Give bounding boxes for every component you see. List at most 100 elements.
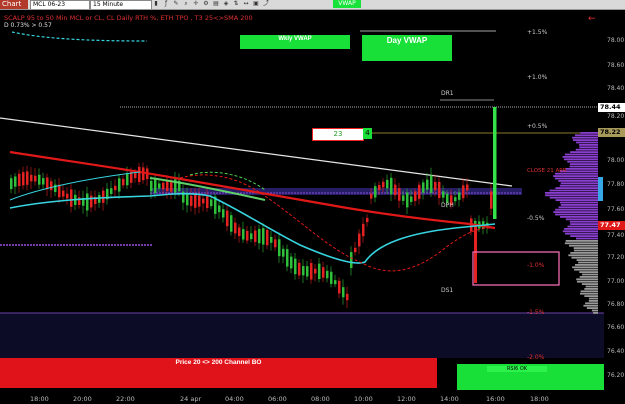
candle-body: [490, 191, 493, 209]
candle-body: [274, 239, 277, 248]
profile-bar: [565, 240, 598, 242]
breakout-candle: [493, 107, 497, 219]
candle-body: [342, 287, 345, 298]
value-badge[interactable]: 4: [363, 128, 372, 139]
candle-body: [18, 173, 21, 187]
profile-bar: [576, 259, 598, 261]
price-axis-label: 78.40: [607, 85, 625, 92]
candle-body: [410, 196, 413, 202]
profile-bar: [563, 158, 598, 161]
candle-body: [382, 181, 385, 188]
profile-bar: [570, 151, 598, 153]
candle-body: [162, 182, 165, 190]
candle-body: [430, 175, 433, 193]
profile-bar: [555, 199, 598, 201]
profile-bar: [568, 254, 598, 257]
candle-body: [218, 205, 221, 213]
profile-bar: [567, 225, 598, 228]
time-axis-label: 04:00: [225, 395, 244, 403]
candle-body: [354, 247, 357, 253]
candle-body: [358, 233, 361, 247]
candle-body: [202, 198, 205, 204]
candle-body: [190, 195, 193, 206]
candle-body: [378, 184, 381, 191]
price-chart[interactable]: [0, 0, 625, 404]
candle-body: [298, 262, 301, 276]
candle-body: [34, 175, 37, 182]
candle-body: [250, 233, 253, 240]
profile-bar: [579, 144, 598, 146]
profile-bar: [554, 177, 598, 180]
pct-label: -2.0%: [527, 354, 545, 361]
candle-body: [70, 189, 73, 207]
profile-bar: [581, 283, 598, 285]
candle-body: [438, 181, 441, 199]
profile-bar: [575, 237, 598, 240]
price-axis-label: 76.80: [607, 301, 625, 308]
candle-body: [286, 249, 289, 267]
profile-bar: [568, 244, 598, 247]
pct-label: +0.5%: [527, 123, 548, 130]
profile-bar: [560, 182, 598, 185]
profile-bar: [574, 264, 598, 266]
candle-body: [10, 178, 13, 190]
candle-body: [302, 266, 305, 276]
time-axis-label: 24 apr: [180, 395, 202, 403]
candle-body: [194, 194, 197, 208]
profile-bar: [567, 160, 598, 163]
candle-body: [362, 223, 365, 237]
candle-body: [434, 181, 437, 191]
candle-body: [86, 193, 89, 211]
dph-label: DPH: [441, 202, 454, 209]
time-axis-label: 18:00: [530, 395, 549, 403]
candle-body: [394, 184, 397, 196]
price-axis-label: 76.40: [607, 348, 625, 355]
candle-body: [14, 176, 17, 187]
candle-body: [154, 178, 157, 194]
profile-bar: [578, 261, 598, 264]
close-level-label: CLOSE 21 APR: [527, 168, 567, 174]
profile-bar: [579, 146, 598, 149]
candle-body: [246, 230, 249, 241]
candle-body: [62, 190, 65, 197]
price-axis-label: 77.20: [607, 254, 625, 261]
candlesticks: [10, 107, 497, 309]
profile-bar: [583, 304, 598, 307]
time-axis-label: 14:00: [440, 395, 459, 403]
level-price-tag: 78.22: [598, 128, 625, 137]
profile-bar: [553, 211, 598, 213]
profile-bar: [576, 280, 598, 283]
candle-body: [426, 179, 429, 190]
candle-body: [318, 263, 321, 280]
candle-body: [134, 173, 137, 179]
profile-bar: [580, 132, 598, 134]
time-axis-label: 20:00: [73, 395, 92, 403]
candle-body: [58, 184, 61, 198]
time-axis-label: 18:00: [30, 395, 49, 403]
candle-body: [150, 180, 153, 192]
profile-bar: [585, 302, 598, 305]
price-axis-label: 78.60: [607, 62, 625, 69]
price-axis-label: 77.40: [607, 232, 625, 239]
candle-body: [42, 178, 45, 185]
candle-body: [442, 191, 445, 198]
candle-body: [370, 193, 373, 199]
candle-body: [122, 178, 125, 186]
volume-profile: [544, 132, 598, 314]
profile-bar: [582, 273, 598, 276]
profile-bar: [571, 256, 598, 259]
channel-bo-bar: Price 20 <> 200 Channel BO: [0, 358, 437, 388]
price-axis-label: 78.00: [607, 37, 625, 44]
value-input-box[interactable]: 23: [312, 128, 364, 141]
profile-bar: [553, 175, 598, 177]
profile-bar: [559, 184, 598, 187]
profile-bar: [545, 194, 598, 197]
candle-body: [386, 179, 389, 189]
wkly-vwap-box: Wkly VWAP: [240, 35, 350, 49]
profile-bar: [560, 204, 598, 206]
green-signal-inner: RSI6 OK: [487, 366, 547, 372]
candle-body: [322, 267, 325, 278]
candle-body: [346, 293, 349, 301]
profile-bar: [570, 252, 598, 254]
profile-bar: [570, 223, 598, 225]
